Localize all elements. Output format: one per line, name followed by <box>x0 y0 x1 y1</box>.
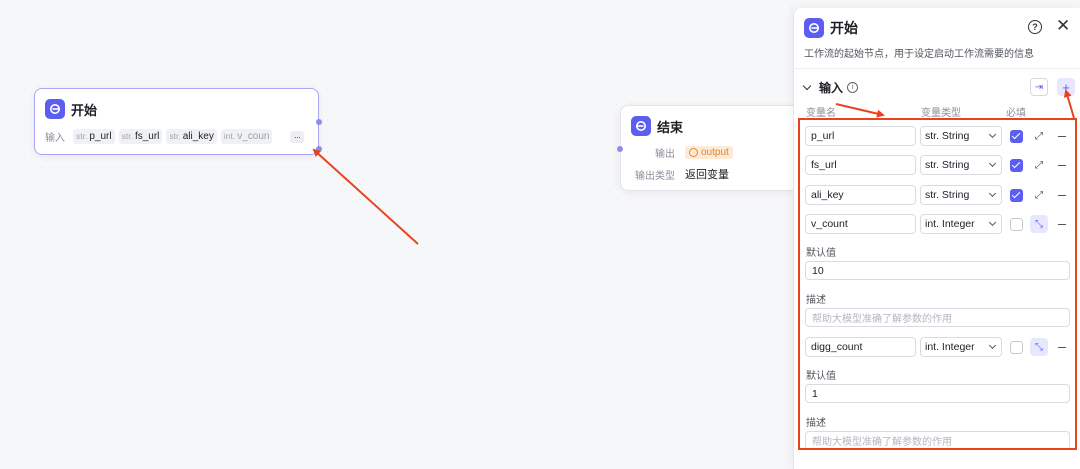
start-node[interactable]: 开始 输入 str. p_url str. fs_url str. ali_key i… <box>34 88 319 155</box>
end-node-icon <box>631 116 651 136</box>
panel-divider <box>794 68 1080 69</box>
close-icon[interactable]: ✕ <box>1056 16 1070 36</box>
input-section-header[interactable]: 输入 i <box>802 79 859 96</box>
info-icon: i <box>847 82 859 93</box>
param-chip: str. fs_url <box>118 129 163 144</box>
output-variable-chip: output <box>685 146 733 159</box>
end-output-type-value: 返回变量 <box>685 169 729 181</box>
col-head-type: 变量类型 <box>921 108 961 119</box>
end-input-port[interactable] <box>617 146 623 152</box>
input-section-title: 输入 <box>819 81 844 95</box>
end-node[interactable]: 结束 输出 output 输出类型 返回变量 <box>620 105 805 191</box>
end-output-label: 输出 <box>655 149 675 160</box>
start-node-icon <box>45 99 65 119</box>
chevron-down-icon <box>802 81 812 91</box>
end-node-title: 结束 <box>657 119 684 135</box>
param-chip: int. v_coun <box>220 129 273 144</box>
end-output-type-label: 输出类型 <box>635 170 675 182</box>
panel-start-icon <box>804 18 824 38</box>
help-icon[interactable]: ? <box>1028 20 1042 34</box>
more-params-button[interactable]: ··· <box>290 131 304 143</box>
add-variable-button[interactable]: + <box>1057 78 1075 96</box>
panel-title: 开始 <box>830 20 858 36</box>
annotation-highlight-box <box>798 118 1077 450</box>
start-port-lower[interactable] <box>316 146 322 152</box>
start-input-label: 输入 <box>45 133 65 144</box>
start-node-title: 开始 <box>71 102 98 118</box>
panel-description: 工作流的起始节点，用于设定启动工作流需要的信息 <box>804 49 1034 60</box>
param-chip: str. ali_key <box>166 129 217 144</box>
clock-icon <box>689 148 698 157</box>
col-head-name: 变量名 <box>806 108 836 119</box>
col-head-required: 必填 <box>1006 108 1026 119</box>
start-output-port[interactable] <box>316 119 322 125</box>
param-chip: str. p_url <box>73 129 115 144</box>
import-variables-button[interactable]: ⇥ <box>1030 78 1048 96</box>
